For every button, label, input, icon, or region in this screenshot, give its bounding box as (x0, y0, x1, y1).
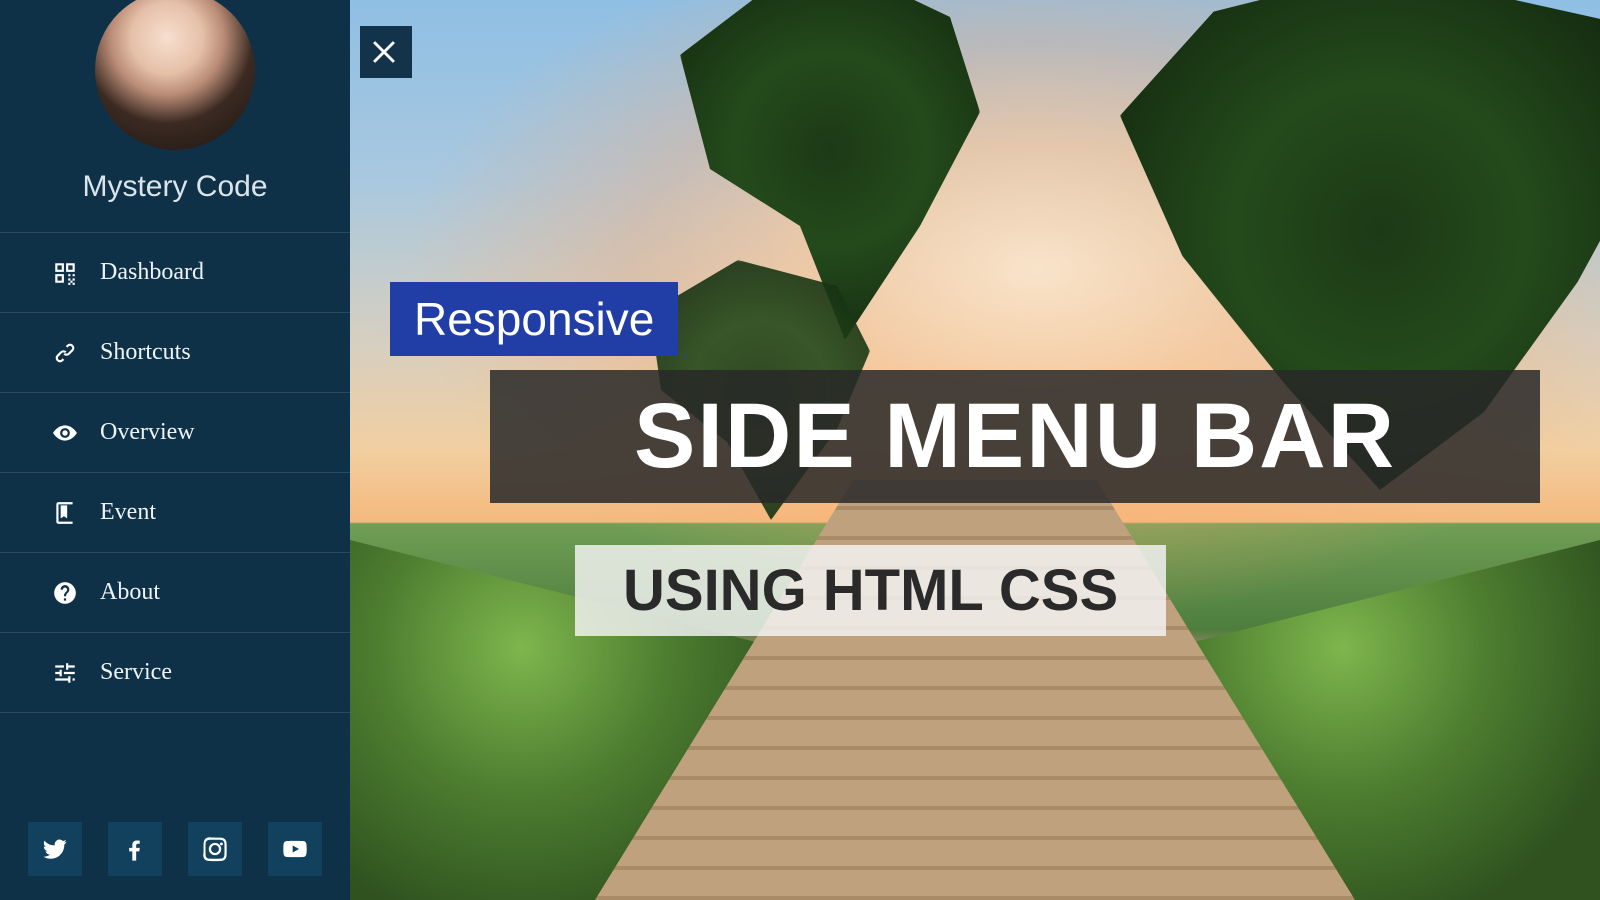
facebook-link[interactable] (108, 822, 162, 876)
twitter-icon (41, 835, 69, 863)
youtube-icon (281, 835, 309, 863)
sidebar-item-service[interactable]: Service (0, 633, 350, 713)
avatar[interactable] (95, 0, 255, 150)
sidebar-item-event[interactable]: Event (0, 473, 350, 553)
instagram-icon (201, 835, 229, 863)
social-bar (0, 802, 350, 900)
close-sidebar-button[interactable] (360, 26, 412, 78)
hero-tag: Responsive (390, 282, 678, 356)
sidebar-item-label: About (100, 579, 160, 606)
twitter-link[interactable] (28, 822, 82, 876)
book-icon (52, 500, 78, 526)
close-icon (369, 35, 403, 69)
sidebar-item-overview[interactable]: Overview (0, 393, 350, 473)
sidebar-item-label: Shortcuts (100, 339, 191, 366)
hero-subtitle: USING HTML CSS (575, 545, 1166, 636)
sidebar-item-about[interactable]: About (0, 553, 350, 633)
sliders-icon (52, 660, 78, 686)
sidebar-menu: Dashboard Shortcuts Overview Event (0, 232, 350, 713)
app-root: Mystery Code Dashboard Shortcuts Overvie… (0, 0, 1600, 900)
sidebar-item-label: Dashboard (100, 259, 204, 286)
qr-icon (52, 260, 78, 286)
eye-icon (52, 420, 78, 446)
sidebar-item-label: Event (100, 499, 156, 526)
instagram-link[interactable] (188, 822, 242, 876)
link-icon (52, 340, 78, 366)
sidebar-item-shortcuts[interactable]: Shortcuts (0, 313, 350, 393)
facebook-icon (121, 835, 149, 863)
sidebar-item-dashboard[interactable]: Dashboard (0, 232, 350, 313)
profile-name: Mystery Code (0, 170, 350, 204)
sidebar-item-label: Overview (100, 419, 195, 446)
question-icon (52, 580, 78, 606)
avatar-container (0, 0, 350, 150)
youtube-link[interactable] (268, 822, 322, 876)
sidebar-item-label: Service (100, 659, 172, 686)
sidebar: Mystery Code Dashboard Shortcuts Overvie… (0, 0, 350, 900)
hero-title: SIDE MENU BAR (490, 370, 1540, 503)
